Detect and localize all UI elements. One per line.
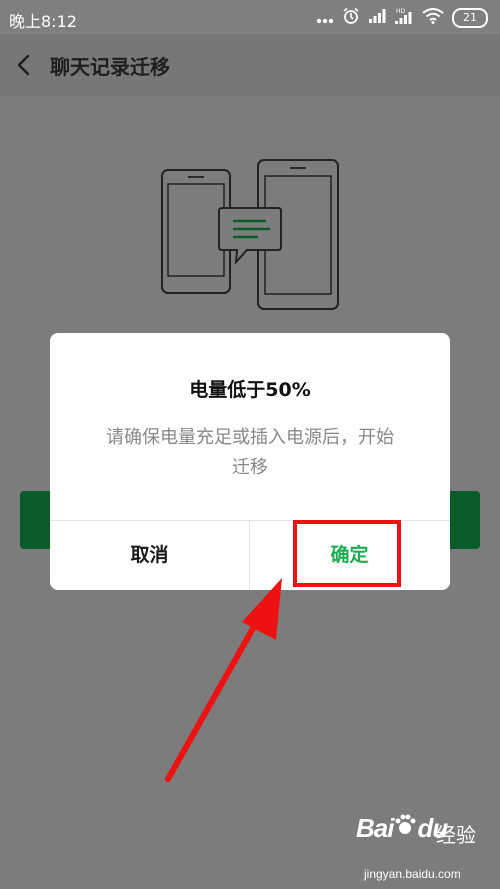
back-button[interactable] [8,48,42,82]
watermark-text: 经验 [436,825,476,847]
more-dots-icon [316,9,334,28]
page-title: 聊天记录迁移 [50,55,170,79]
cancel-button[interactable]: 取消 [50,521,249,590]
dialog-message-line1: 请确保电量充足或插入电源后，开始 [106,427,394,448]
svg-text:HD: HD [396,8,406,15]
highlight-box [293,520,401,587]
start-migration-button-right-edge [450,491,480,549]
status-bar: 晚上8:12 HD 21 [0,0,500,34]
wifi-icon [422,8,444,28]
hd-signal-icon: HD [394,7,414,29]
migration-illustration [160,158,340,313]
dialog-message-line2: 迁移 [232,457,268,478]
dialog-message: 请确保电量充足或插入电源后，开始 迁移 [78,423,422,483]
battery-icon: 21 [452,8,488,28]
start-migration-button-left-edge [20,491,52,549]
baidu-logo: Bai du [356,813,448,843]
signal-icon [368,8,386,28]
alarm-icon [342,7,360,29]
status-time: 晚上8:12 [9,12,77,31]
dialog-title: 电量低于50% [189,379,311,401]
chat-bubble-icon [218,207,282,265]
chevron-left-icon [8,54,42,86]
header: 聊天记录迁移 [0,34,500,96]
watermark-url: jingyan.baidu.com [364,867,461,881]
baidu-watermark: Bai du 经验 jingyan.baidu.com [356,813,496,885]
status-icons: HD 21 [316,7,488,29]
